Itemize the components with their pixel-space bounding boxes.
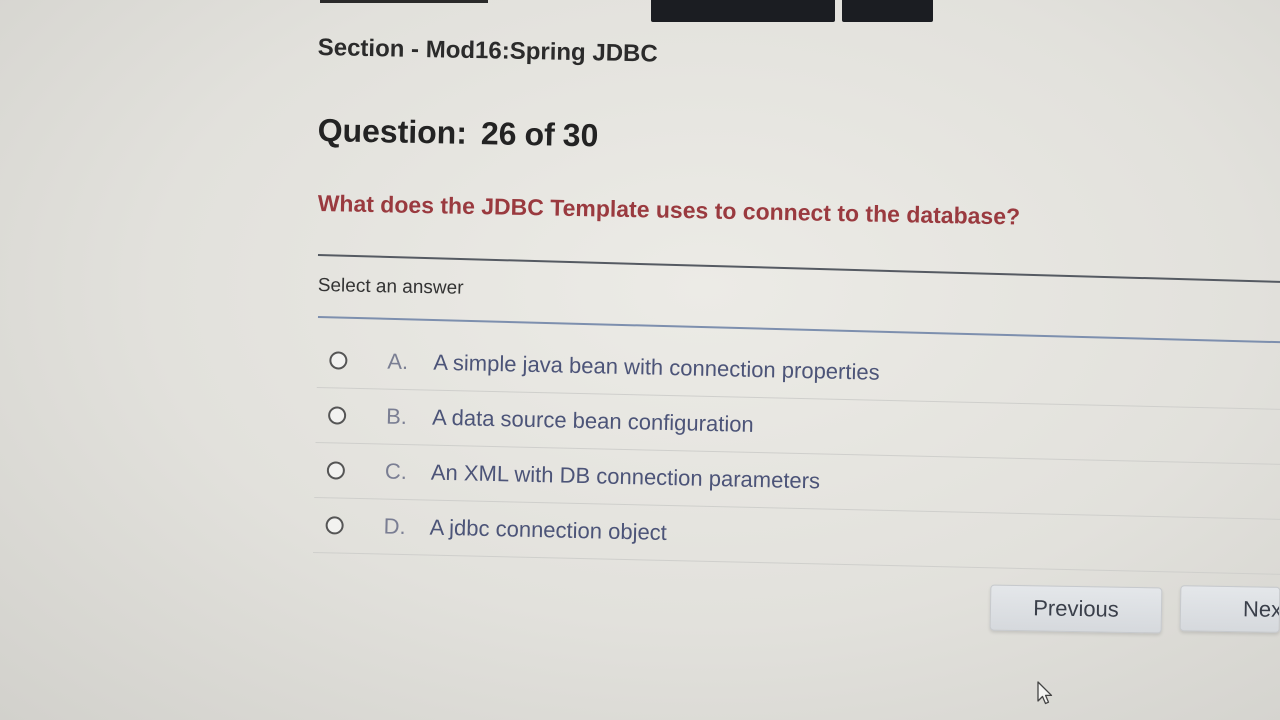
- mouse-pointer-icon: [1037, 681, 1053, 705]
- question-text: What does the JDBC Template uses to conn…: [317, 190, 1021, 230]
- option-text: A data source bean configuration: [431, 404, 755, 437]
- radio-button-icon[interactable]: [325, 516, 344, 535]
- top-toolbar-button[interactable]: [651, 0, 835, 22]
- question-counter: Question: 26 of 30: [317, 112, 598, 154]
- radio-button-icon[interactable]: [326, 461, 346, 480]
- top-toolbar-button[interactable]: [842, 0, 933, 22]
- answer-options: A. A simple java bean with connection pr…: [313, 333, 1280, 576]
- radio-button-icon[interactable]: [329, 351, 348, 370]
- question-number: 26: [480, 115, 517, 152]
- question-of-label: of: [524, 115, 556, 153]
- top-toolbar-strip: [320, 0, 488, 3]
- previous-button[interactable]: Previous: [989, 584, 1163, 634]
- option-letter: B.: [385, 403, 408, 430]
- option-text: A simple java bean with connection prope…: [433, 349, 880, 385]
- section-title: Section - Mod16:Spring JDBC: [317, 34, 658, 68]
- option-letter: D.: [383, 513, 406, 540]
- question-total: 30: [562, 116, 599, 154]
- next-button[interactable]: Nex: [1179, 585, 1280, 633]
- option-letter: C.: [384, 458, 408, 485]
- question-label: Question:: [317, 112, 468, 151]
- radio-button-icon[interactable]: [327, 406, 347, 425]
- option-text: An XML with DB connection parameters: [430, 459, 821, 494]
- option-letter: A.: [387, 348, 409, 375]
- select-answer-label: Select an answer: [317, 275, 464, 299]
- option-text: A jdbc connection object: [429, 514, 668, 545]
